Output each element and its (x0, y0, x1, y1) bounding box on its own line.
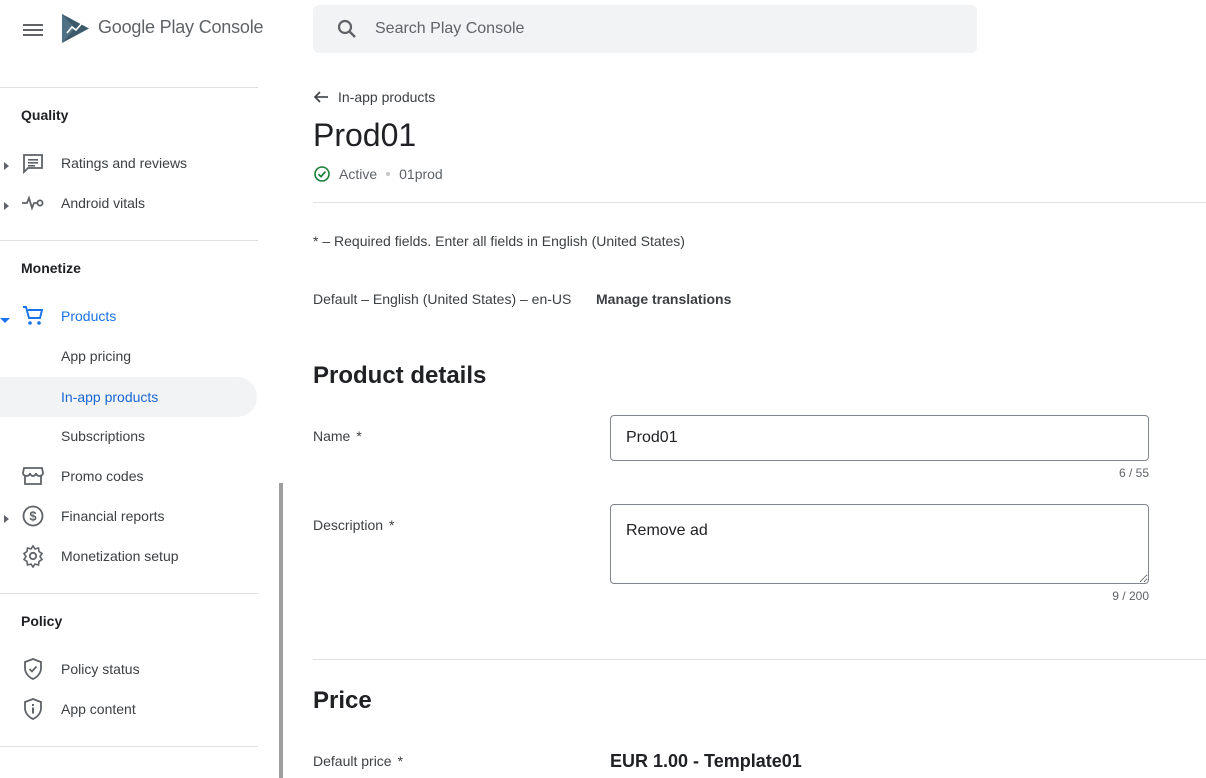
sidebar-item-app-content[interactable]: App content (0, 689, 257, 729)
sidebar-item-promo-codes[interactable]: Promo codes (0, 456, 257, 496)
check-circle-icon (314, 166, 330, 182)
section-title-monetize: Monetize (21, 260, 81, 276)
name-field[interactable] (610, 415, 1149, 461)
sidebar-item-label: Ratings and reviews (61, 155, 188, 171)
default-price-label: Default price * (313, 753, 403, 769)
sidebar-item-label: App content (61, 701, 136, 717)
product-status-row: Active 01prod (313, 165, 443, 183)
gear-icon (21, 544, 45, 568)
name-label: Name * (313, 428, 362, 444)
brand-header: Google Play Console (0, 0, 264, 58)
product-id: 01prod (399, 166, 443, 182)
brand-name[interactable]: Google Play Console (98, 17, 264, 38)
brand-console: Console (198, 17, 264, 37)
required-fields-note: * – Required fields. Enter all fields in… (313, 233, 685, 249)
name-label-text: Name (313, 428, 351, 444)
separator-dot (386, 172, 391, 176)
store-icon (21, 464, 45, 488)
section-divider (313, 659, 1206, 660)
sidebar-divider (0, 746, 258, 747)
description-char-counter: 9 / 200 (1112, 589, 1149, 603)
sidebar-item-label: Monetization setup (61, 548, 179, 564)
search-bar[interactable] (313, 5, 977, 53)
sidebar-item-in-app-products[interactable]: In-app products (0, 377, 257, 417)
dollar-circle-icon: $ (21, 504, 45, 528)
description-label: Description * (313, 517, 394, 533)
reviews-icon (21, 151, 45, 175)
search-input[interactable] (375, 5, 955, 53)
shield-info-icon (21, 697, 45, 721)
sidebar-item-products[interactable]: Products (0, 296, 257, 336)
shield-check-icon (21, 657, 45, 681)
sidebar-item-label: Financial reports (61, 508, 165, 524)
product-details-heading: Product details (313, 362, 487, 389)
sidebar-item-label: Products (61, 308, 117, 324)
required-star: * (356, 428, 362, 444)
sidebar-item-label: Subscriptions (61, 428, 146, 444)
search-icon (335, 17, 359, 41)
sidebar-item-subscriptions[interactable]: Subscriptions (0, 416, 257, 456)
page-title: Prod01 (313, 117, 417, 153)
sidebar-divider (0, 87, 258, 88)
sidebar-divider (0, 593, 258, 594)
sidebar-item-ratings[interactable]: Ratings and reviews (0, 143, 257, 183)
required-star: * (389, 517, 395, 533)
default-language: Default – English (United States) – en-U… (313, 291, 572, 307)
section-title-policy: Policy (21, 613, 63, 629)
sidebar-divider (0, 240, 258, 241)
sidebar-item-monetization-setup[interactable]: Monetization setup (0, 536, 257, 576)
sidebar-scrollbar[interactable] (279, 483, 283, 778)
hamburger-menu-icon[interactable] (20, 17, 46, 43)
sidebar-item-financial-reports[interactable]: $ Financial reports (0, 496, 257, 536)
status-label: Active (339, 166, 378, 182)
collapse-caret-icon[interactable] (0, 311, 10, 323)
sidebar-item-app-pricing[interactable]: App pricing (0, 336, 257, 376)
arrow-back-icon (313, 91, 328, 103)
name-char-counter: 6 / 55 (1118, 466, 1149, 480)
back-to-in-app-products-link[interactable]: In-app products (313, 89, 435, 105)
manage-translations-button[interactable]: Manage translations (596, 291, 731, 307)
sidebar-item-android-vitals[interactable]: Android vitals (0, 183, 257, 223)
play-console-logo-icon (61, 13, 90, 44)
required-star: * (397, 753, 404, 769)
price-heading: Price (313, 687, 372, 714)
sidebar-item-label: Android vitals (61, 195, 146, 211)
brand-google-play: Google Play (98, 17, 194, 37)
expand-caret-icon[interactable] (2, 158, 10, 170)
expand-caret-icon[interactable] (2, 511, 10, 523)
header-divider (313, 202, 1206, 203)
description-field[interactable]: Remove ad (610, 504, 1149, 584)
sidebar-item-label: In-app products (61, 389, 159, 405)
sidebar-item-label: Policy status (61, 661, 140, 677)
default-price-value[interactable]: EUR 1.00 - Template01 (610, 751, 802, 772)
back-link-label: In-app products (338, 89, 436, 105)
default-price-label-text: Default price (313, 753, 392, 769)
vitals-pulse-icon (21, 191, 45, 215)
sidebar: Google Play Console Quality Ratings and … (0, 0, 264, 778)
description-label-text: Description (313, 517, 384, 533)
sidebar-item-label: Promo codes (61, 468, 144, 484)
section-title-quality: Quality (21, 107, 69, 123)
expand-caret-icon[interactable] (2, 198, 10, 210)
shopping-cart-icon (21, 304, 45, 328)
svg-text:$: $ (29, 509, 37, 524)
sidebar-item-label: App pricing (61, 348, 132, 364)
sidebar-item-policy-status[interactable]: Policy status (0, 649, 257, 689)
